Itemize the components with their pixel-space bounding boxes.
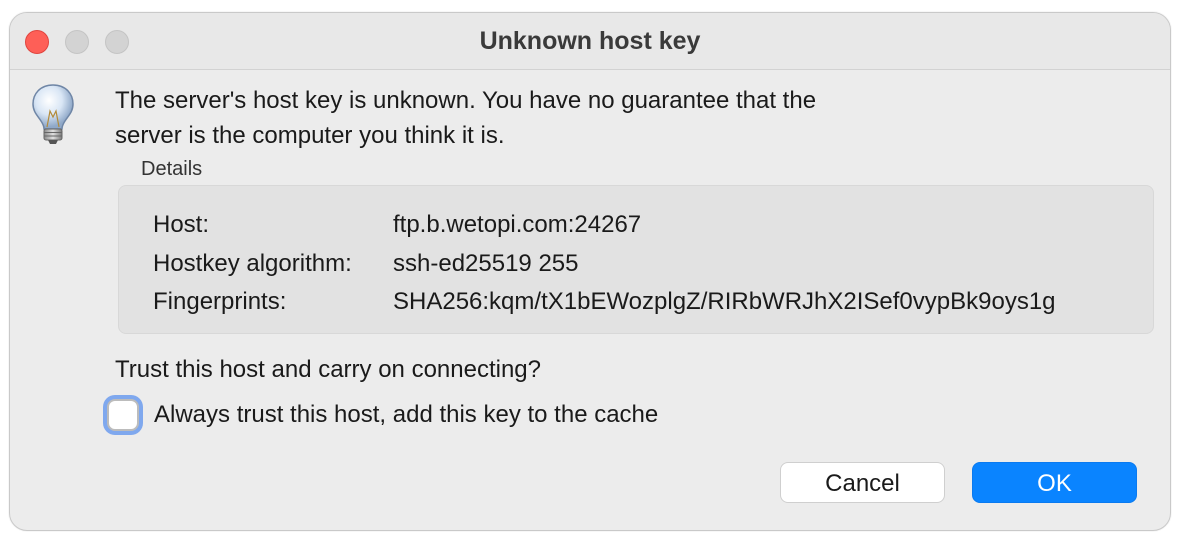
lightbulb-icon — [32, 84, 74, 144]
details-group-label: Details — [141, 158, 203, 180]
details-group: Host: ftp.b.wetopi.com:24267 Hostkey alg… — [118, 185, 1154, 334]
fingerprints-value: SHA256:kqm/tX1bEWozplgZ/RIRbWRJhX2ISef0v… — [393, 288, 1056, 315]
always-trust-checkbox[interactable] — [107, 399, 139, 431]
dialog-title: Unknown host key — [479, 27, 701, 55]
host-label: Host: — [153, 211, 210, 238]
message-line-2: server is the computer you think it is. — [115, 122, 505, 149]
fingerprints-label: Fingerprints: — [153, 288, 287, 315]
always-trust-option[interactable]: Always trust this host, add this key to … — [107, 399, 658, 431]
cancel-button[interactable]: Cancel — [780, 462, 945, 503]
warning-message: The server's host key is unknown. You ha… — [115, 83, 935, 153]
title-bar[interactable]: Unknown host key — [10, 13, 1170, 70]
message-line-1: The server's host key is unknown. You ha… — [115, 87, 817, 114]
algorithm-label: Hostkey algorithm: — [153, 250, 352, 277]
host-value: ftp.b.wetopi.com:24267 — [393, 211, 642, 238]
algorithm-value: ssh-ed25519 255 — [393, 250, 579, 277]
trust-question: Trust this host and carry on connecting? — [115, 356, 541, 383]
always-trust-label[interactable]: Always trust this host, add this key to … — [154, 401, 658, 429]
ok-button[interactable]: OK — [972, 462, 1137, 503]
dialog-window: Unknown host key The server's host key i… — [9, 12, 1171, 531]
